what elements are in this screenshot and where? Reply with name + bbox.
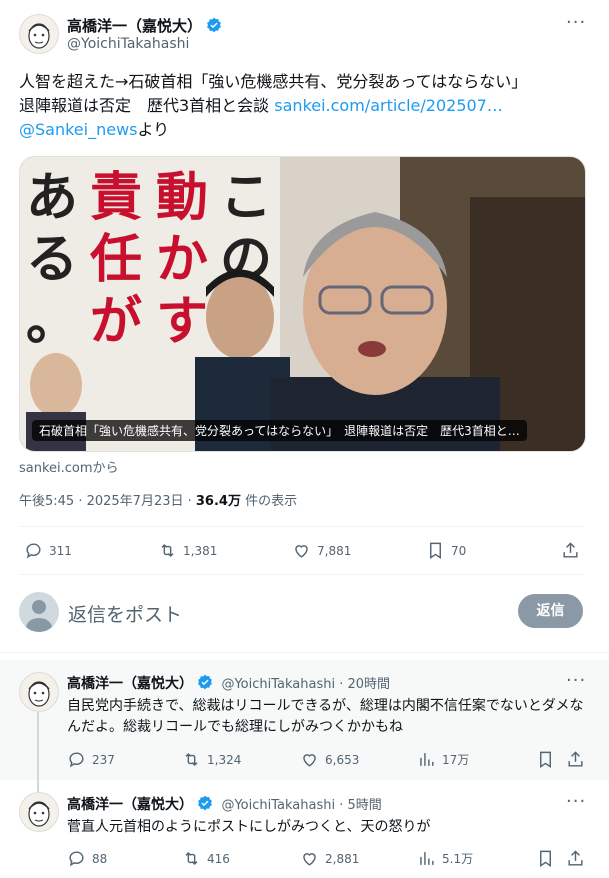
like-action[interactable]: 6,653: [300, 750, 359, 769]
mention-link[interactable]: @Sankei_news: [19, 120, 138, 139]
poster-char: が: [90, 292, 142, 352]
tweet-text-line1: 人智を超えた→石破首相「強い危機感共有、党分裂あってはならない」: [19, 72, 528, 91]
author-handle[interactable]: @YoichiTakahashi: [67, 36, 189, 52]
tweet-time[interactable]: 午後5:45 · 2025年7月23日 ·: [19, 494, 196, 509]
author-name[interactable]: 高橋洋一（嘉悦大）: [67, 17, 202, 35]
reply-author-name[interactable]: 高橋洋一（嘉悦大）: [67, 676, 193, 692]
reply-input[interactable]: 返信をポスト: [68, 600, 182, 627]
reply-action[interactable]: 311: [24, 541, 72, 560]
divider: [19, 574, 584, 575]
face-sketch-icon: [28, 801, 50, 827]
more-options-icon[interactable]: ···: [566, 670, 586, 691]
heart-icon: [303, 754, 316, 767]
retweet-action[interactable]: 1,381: [158, 541, 217, 560]
like-count: 7,881: [317, 543, 352, 558]
more-options-icon[interactable]: ···: [566, 12, 586, 33]
bookmark-icon: [430, 542, 441, 559]
reply-icon: [69, 851, 84, 867]
mention-suffix: より: [137, 120, 170, 139]
views-count: 17万: [442, 753, 470, 767]
verified-badge-icon: [198, 795, 212, 811]
reply-icon: [69, 752, 84, 768]
heart-icon: [295, 545, 308, 558]
view-suffix: 件の表示: [240, 494, 298, 509]
retweet-action[interactable]: 416: [182, 849, 230, 868]
reply-icon: [26, 543, 41, 559]
poster-char: あ: [26, 168, 78, 228]
poster-char: す: [156, 292, 208, 352]
heart-icon: [303, 853, 316, 866]
default-user-icon: [26, 600, 52, 632]
media-caption: 石破首相「強い危機感共有、党分裂あってはならない」 退陣報道は否定 歴代3首相と…: [32, 420, 527, 441]
more-options-icon[interactable]: ···: [566, 791, 586, 812]
views-action[interactable]: 17万: [417, 750, 469, 769]
reply-avatar[interactable]: [19, 792, 59, 832]
share-icon: [563, 542, 578, 558]
tweet-text: 人智を超えた→石破首相「強い危機感共有、党分裂あってはならない」 退陣報道は否定…: [19, 70, 594, 142]
reply-count: 311: [49, 543, 72, 558]
link-source[interactable]: sankei.comから: [19, 457, 119, 476]
reply-count: 88: [92, 851, 108, 866]
reply-author-name[interactable]: 高橋洋一（嘉悦大）: [67, 797, 193, 813]
retweet-icon: [185, 752, 198, 767]
article-link[interactable]: sankei.com/article/202507…: [274, 96, 503, 115]
share-action[interactable]: [566, 750, 585, 769]
like-action[interactable]: 7,881: [292, 541, 351, 560]
bookmark-action[interactable]: [536, 750, 555, 769]
reply-text: 自民党内手続きで、総裁はリコールできるが、総理は内閣不信任案でないとダメなんだよ…: [67, 698, 584, 735]
retweet-action[interactable]: 1,324: [182, 750, 241, 769]
verified-badge-icon: [198, 674, 212, 690]
poster-char: こ: [220, 168, 272, 228]
poster-char: か: [156, 230, 208, 290]
retweet-count: 1,381: [183, 543, 218, 558]
like-count: 2,881: [325, 851, 360, 866]
poster-char: 動: [156, 168, 208, 228]
reply-avatar[interactable]: [19, 672, 59, 712]
share-icon: [568, 751, 583, 767]
retweet-icon: [185, 851, 198, 866]
share-action[interactable]: [561, 541, 580, 560]
reply-count: 237: [92, 752, 115, 767]
share-icon: [568, 850, 583, 866]
retweet-icon: [161, 543, 174, 558]
tweet-meta: 午後5:45 · 2025年7月23日 · 36.4万 件の表示: [19, 490, 297, 509]
bookmark-icon: [540, 751, 551, 768]
divider: [19, 526, 584, 527]
reply-text: 菅直人元首相のようにポストにしがみつくと、天の怒りが: [67, 819, 431, 835]
reply-handle-time[interactable]: @YoichiTakahashi · 5時間: [221, 798, 381, 813]
view-count: 36.4万: [195, 494, 241, 509]
link-card-image[interactable]: 責 任 が 動 か す こ の あ る 。 石破首相「強い危機感共有、党分裂あっ…: [19, 156, 586, 452]
face-sketch-icon: [28, 681, 50, 707]
reply-submit-button[interactable]: 返信: [518, 594, 583, 628]
bookmark-icon: [540, 850, 551, 867]
thread-line: [37, 712, 39, 792]
like-action[interactable]: 2,881: [300, 849, 359, 868]
poster-char: 任: [90, 230, 142, 290]
face-sketch-icon: [28, 23, 50, 49]
reply-action[interactable]: 88: [67, 849, 107, 868]
bookmark-action[interactable]: 70: [426, 541, 466, 560]
poster-char: る: [26, 230, 78, 290]
bookmark-count: 70: [451, 543, 467, 558]
retweet-count: 416: [207, 851, 230, 866]
bookmark-action[interactable]: [536, 849, 555, 868]
views-action[interactable]: 5.1万: [417, 849, 473, 868]
author-avatar[interactable]: [19, 14, 59, 54]
divider: [0, 652, 609, 653]
verified-badge-icon: [207, 17, 221, 33]
views-chart-icon: [420, 852, 434, 865]
like-count: 6,653: [325, 752, 360, 767]
poster-char: 責: [90, 168, 142, 228]
reply-handle-time[interactable]: @YoichiTakahashi · 20時間: [221, 677, 390, 692]
share-action[interactable]: [566, 849, 585, 868]
news-photo: 責 任 が 動 か す こ の あ る 。: [20, 157, 585, 451]
retweet-count: 1,324: [207, 752, 242, 767]
views-chart-icon: [420, 753, 434, 766]
reply-action[interactable]: 237: [67, 750, 115, 769]
tweet-text-line2: 退陣報道は否定 歴代3首相と会談: [19, 96, 275, 115]
current-user-avatar[interactable]: [19, 592, 59, 632]
views-count: 5.1万: [442, 852, 474, 866]
poster-char: 。: [26, 292, 78, 352]
